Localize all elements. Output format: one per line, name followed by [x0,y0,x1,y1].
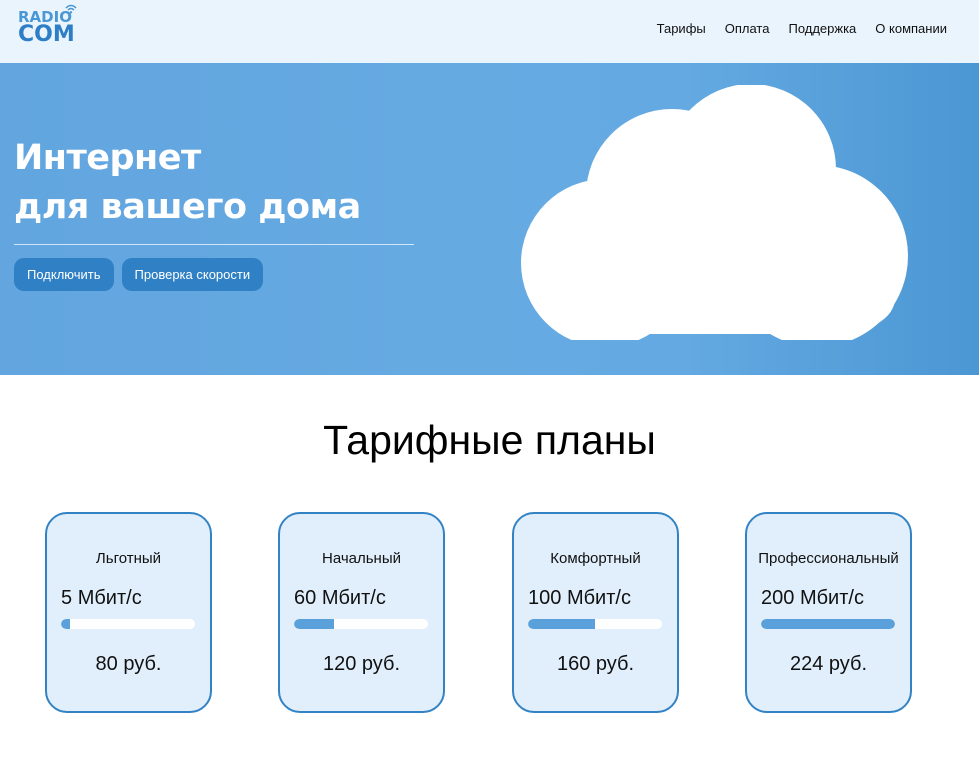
hero-buttons: Подключить Проверка скорости [14,258,264,291]
plan-name: Комфортный [550,550,641,567]
plan-price: 80 руб. [95,653,162,675]
speed-bar-fill [761,619,895,629]
plan-card[interactable]: Комфортный 100 Мбит/с 160 руб. [512,512,679,713]
plan-speed: 100 Мбит/с [528,587,631,610]
speed-bar [61,619,195,629]
plan-card[interactable]: Профессиональный 200 Мбит/с 224 руб. [745,512,912,713]
hero-title: Интернет для вашего дома [14,134,434,232]
plan-speed-unit: Мбит/с [799,587,864,609]
hero-title-line1: Интернет [14,138,201,178]
site-header: RADIO COM Тарифы Оплата Поддержка О комп… [0,0,979,63]
plan-price: 224 руб. [789,653,868,675]
logo[interactable]: RADIO COM [18,4,80,50]
speed-bar [528,619,662,629]
nav-link-support[interactable]: Поддержка [788,21,856,36]
hero-title-line2: для вашего дома [14,187,361,227]
hero-divider [14,244,414,245]
wifi-icon [65,4,77,14]
nav-link-about[interactable]: О компании [875,21,947,36]
plan-speed-value: 60 [294,587,317,609]
plan-price: 120 руб. [322,653,401,675]
cloud-icon [521,85,908,340]
plan-speed: 5 Мбит/с [61,587,142,610]
plan-name: Профессиональный [758,550,899,567]
plan-name: Льготный [95,550,162,567]
main-nav: Тарифы Оплата Поддержка О компании [657,21,947,36]
speed-bar-fill [294,619,335,629]
plan-speed-value: 100 [528,587,562,609]
speed-bar [761,619,895,629]
speed-test-button[interactable]: Проверка скорости [121,258,264,291]
logo-text-bottom: COM [18,22,75,47]
nav-link-tariffs[interactable]: Тарифы [657,21,706,36]
plan-name: Начальный [321,550,401,567]
plans-title: Тарифные планы [323,417,656,463]
hero-banner: Интернет для вашего дома Подключить Пров… [0,63,979,375]
plan-speed-unit: Мбит/с [566,587,631,609]
speed-bar [294,619,428,629]
plan-card[interactable]: Начальный 60 Мбит/с 120 руб. [278,512,445,713]
plan-speed-unit: Мбит/с [321,587,386,609]
plan-card[interactable]: Льготный 5 Мбит/с 80 руб. [45,512,212,713]
speed-bar-fill [528,619,595,629]
nav-link-payment[interactable]: Оплата [725,21,770,36]
plan-speed: 200 Мбит/с [761,587,864,610]
speed-bar-fill [61,619,71,629]
plan-speed-value: 200 [761,587,795,609]
plan-speed-unit: Мбит/с [77,587,142,609]
plan-speed-value: 5 [61,587,73,609]
plan-speed: 60 Мбит/с [294,587,386,610]
plan-price: 160 руб. [556,653,635,675]
connect-button[interactable]: Подключить [14,258,114,291]
